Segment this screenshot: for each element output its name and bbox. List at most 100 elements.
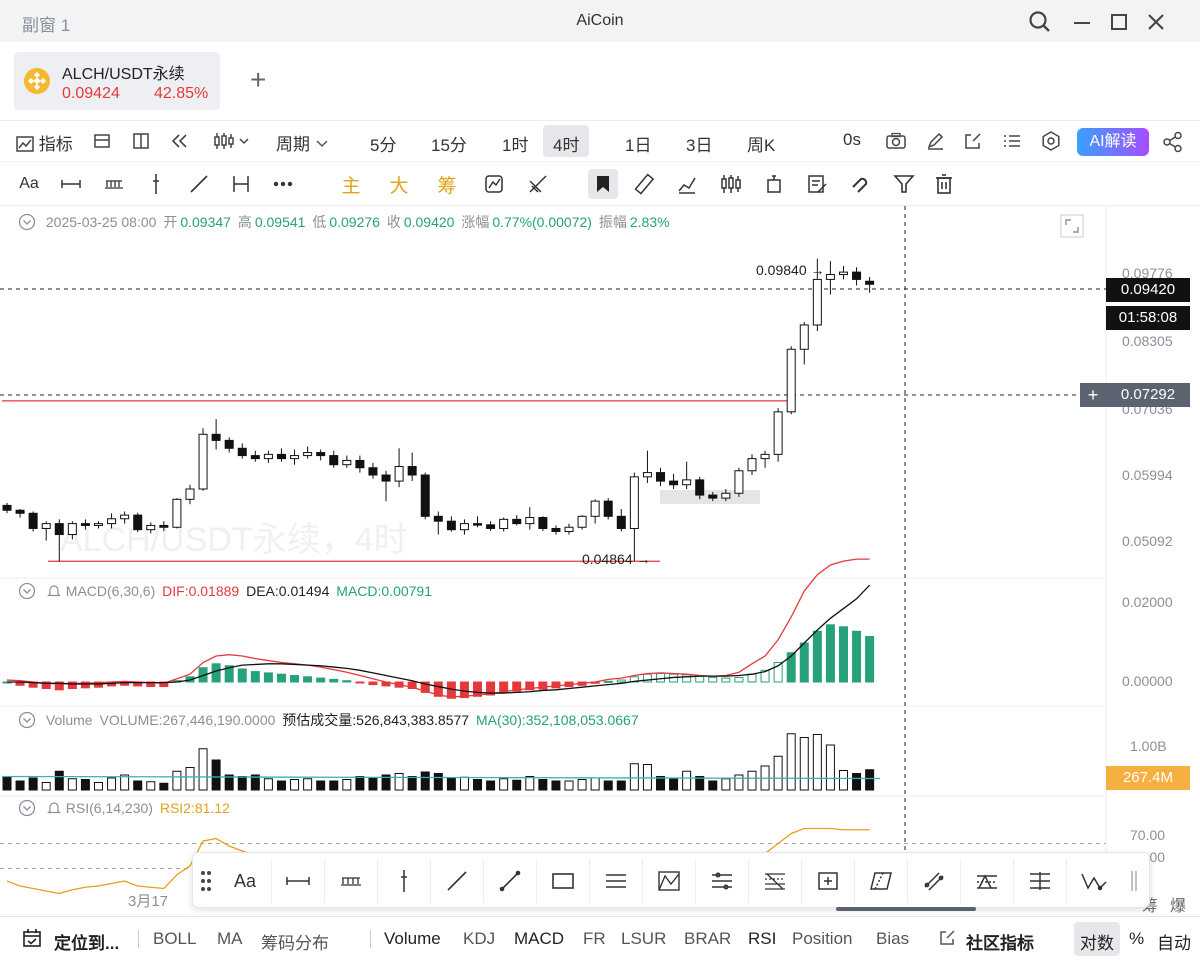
draw-add-box-icon[interactable] [802, 859, 855, 903]
ai-interpret-button[interactable]: AI解读 [1077, 128, 1149, 156]
search-icon[interactable] [1026, 8, 1054, 36]
draw-range-icon[interactable] [1014, 859, 1067, 903]
period-3[interactable]: 4时 [543, 125, 590, 157]
collapse-icon[interactable] [18, 711, 36, 729]
symbol-tab[interactable]: ALCH/USDT永续 0.09424 42.85% [14, 52, 220, 110]
chart-area[interactable]: ALCH/USDT永续，4时 0.09840 → 0.04864 → 2025-03… [0, 206, 1200, 916]
hide-draw-icon[interactable] [527, 172, 549, 196]
vertical-line-icon[interactable] [146, 172, 166, 196]
sync-draw-icon[interactable] [483, 172, 505, 196]
draw-ray-icon[interactable] [431, 859, 484, 903]
community-indicators-button[interactable]: 社区指标 [966, 929, 1034, 954]
popout-icon[interactable] [963, 132, 983, 155]
draw-vertical-icon[interactable] [378, 859, 431, 903]
magnet-icon[interactable] [848, 172, 870, 196]
collapse-icon[interactable] [18, 799, 36, 817]
draw-channel-icon[interactable] [696, 859, 749, 903]
percent-scale-toggle[interactable]: % [1129, 929, 1144, 949]
big-order-toggle[interactable]: 大 [388, 172, 410, 197]
log-scale-toggle[interactable]: 对数 [1080, 929, 1114, 954]
period-1[interactable]: 15分 [421, 125, 477, 157]
collapse-icon[interactable] [18, 582, 36, 600]
add-tab-button[interactable]: + [250, 66, 266, 94]
text-tool[interactable]: Aa [18, 172, 40, 196]
replay-icon[interactable] [170, 132, 190, 155]
indicator-fr[interactable]: FR [583, 929, 606, 949]
community-icon[interactable] [938, 929, 956, 952]
volume-bar [812, 734, 822, 791]
list-icon[interactable] [1002, 132, 1022, 155]
draw-text-tool[interactable]: Aa [219, 859, 272, 903]
chips-toggle[interactable]: 筹 [436, 172, 458, 197]
calendar-icon[interactable] [22, 928, 42, 953]
auto-scale-toggle[interactable]: 自动 [1157, 929, 1191, 954]
main-force-toggle[interactable]: 主 [340, 172, 362, 197]
liquidation-side-label[interactable]: 爆 [1170, 892, 1186, 916]
indicator-volume[interactable]: Volume [384, 929, 441, 949]
ruler-icon[interactable] [634, 172, 656, 196]
period-6[interactable]: 周K [737, 125, 785, 157]
draw-price-range-icon[interactable] [325, 859, 378, 903]
add-alert-icon[interactable]: + [1080, 383, 1106, 407]
share-icon[interactable] [1162, 131, 1184, 158]
change-value: 0.77%(0.00072) [492, 214, 592, 230]
bookmark-icon[interactable] [588, 169, 618, 199]
draw-triangle-icon[interactable] [643, 859, 696, 903]
period-4[interactable]: 1日 [615, 125, 661, 157]
indicator-lsur[interactable]: LSUR [621, 929, 666, 949]
filter-icon[interactable] [893, 172, 915, 196]
draw-fib-icon[interactable] [749, 859, 802, 903]
drag-handle-icon[interactable] [199, 869, 213, 898]
price-range-icon[interactable] [103, 172, 125, 196]
period-5[interactable]: 3日 [676, 125, 722, 157]
layout-icon[interactable] [132, 132, 150, 155]
bell-icon[interactable] [46, 800, 62, 816]
draw-segment-icon[interactable] [272, 859, 325, 903]
brush-icon[interactable] [676, 172, 698, 196]
delete-item-icon[interactable] [764, 172, 784, 196]
indicator-position[interactable]: Position [792, 929, 852, 949]
indicator-brar[interactable]: BRAR [684, 929, 731, 949]
draw-line-icon[interactable] [484, 859, 537, 903]
more-tools-icon[interactable] [272, 172, 294, 196]
bell-icon[interactable] [46, 583, 62, 599]
close-icon[interactable] [1142, 8, 1170, 36]
draw-gann-icon[interactable] [961, 859, 1014, 903]
template-icon[interactable] [93, 132, 111, 155]
period-0[interactable]: 5分 [360, 125, 406, 157]
edit-list-icon[interactable] [806, 172, 828, 196]
countdown-toggle[interactable]: 0s [843, 130, 861, 150]
indicator-bias[interactable]: Bias [876, 929, 909, 949]
draw-pitchfork-icon[interactable] [908, 859, 961, 903]
pen-icon[interactable] [925, 132, 945, 155]
minimize-icon[interactable] [1068, 8, 1096, 36]
camera-icon[interactable] [885, 132, 907, 155]
indicators-button[interactable]: 指标 [16, 130, 73, 155]
indicator-rsi[interactable]: RSI [748, 929, 776, 949]
price-tick: 0.08305 [1122, 333, 1173, 349]
draw-parallelogram-icon[interactable] [855, 859, 908, 903]
trend-line-icon[interactable] [188, 172, 210, 196]
horizontal-segment-icon[interactable] [60, 172, 82, 196]
scroll-handle-icon[interactable] [1129, 869, 1139, 898]
indicator-macd[interactable]: MACD [514, 929, 564, 949]
candle-type-icon[interactable] [213, 132, 251, 155]
draw-parallel-icon[interactable] [590, 859, 643, 903]
locate-button[interactable]: 定位到... [54, 929, 119, 954]
expand-icon[interactable] [1060, 214, 1084, 243]
indicator-boll[interactable]: BOLL [153, 929, 196, 949]
indicator-ma[interactable]: MA [217, 929, 243, 949]
period-menu[interactable]: 周期 [276, 130, 329, 155]
settings-icon[interactable] [1041, 131, 1061, 156]
collapse-icon[interactable] [18, 213, 36, 231]
measure-icon[interactable] [230, 172, 252, 196]
indicator-chips[interactable]: 筹码分布 [261, 929, 329, 954]
maximize-icon[interactable] [1105, 8, 1133, 36]
trash-icon[interactable] [933, 172, 955, 196]
time-scrollbar[interactable] [836, 907, 976, 911]
indicator-kdj[interactable]: KDJ [463, 929, 495, 949]
draw-rectangle-icon[interactable] [537, 859, 590, 903]
period-2[interactable]: 1时 [492, 125, 538, 157]
draw-wave-icon[interactable] [1067, 859, 1120, 903]
pattern-icon[interactable] [719, 172, 743, 196]
